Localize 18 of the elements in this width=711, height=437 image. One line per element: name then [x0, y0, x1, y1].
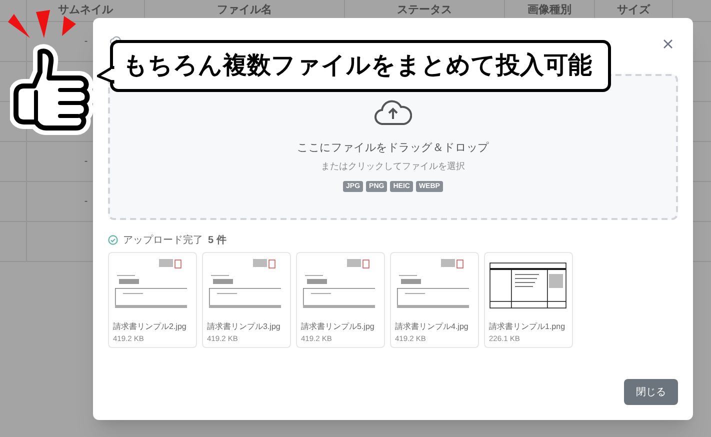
table-cell-text: - [84, 195, 88, 209]
column-header: ファイル名 [217, 2, 272, 18]
column-header: サムネイル [58, 3, 113, 18]
dropzone-heading: ここにファイルをドラッグ＆ドロップ [297, 140, 489, 156]
column-header: ステータス [397, 3, 452, 18]
upload-count: 5 件 [208, 234, 226, 248]
table-cell-text: - [84, 35, 88, 49]
file-name: 請求書リンプル1.png [489, 321, 566, 333]
upload-status: アップロード完了 [123, 234, 203, 248]
file-name: 請求書リンプル4.jpg [395, 321, 470, 333]
file-name: 請求書リンプル3.jpg [207, 321, 282, 333]
dropzone-hint: またはクリックしてファイルを選択 [321, 160, 465, 172]
file-name: 請求書リンプル2.jpg [113, 321, 188, 333]
column-header: サイズ [617, 3, 650, 18]
column-header: 画像種別 [528, 3, 572, 18]
callout-tooltip: もちろん複数ファイルをまとめて投入可能 [110, 40, 611, 92]
file-name: 請求書リンプル5.jpg [301, 321, 376, 333]
table-cell-text: - [84, 155, 88, 169]
